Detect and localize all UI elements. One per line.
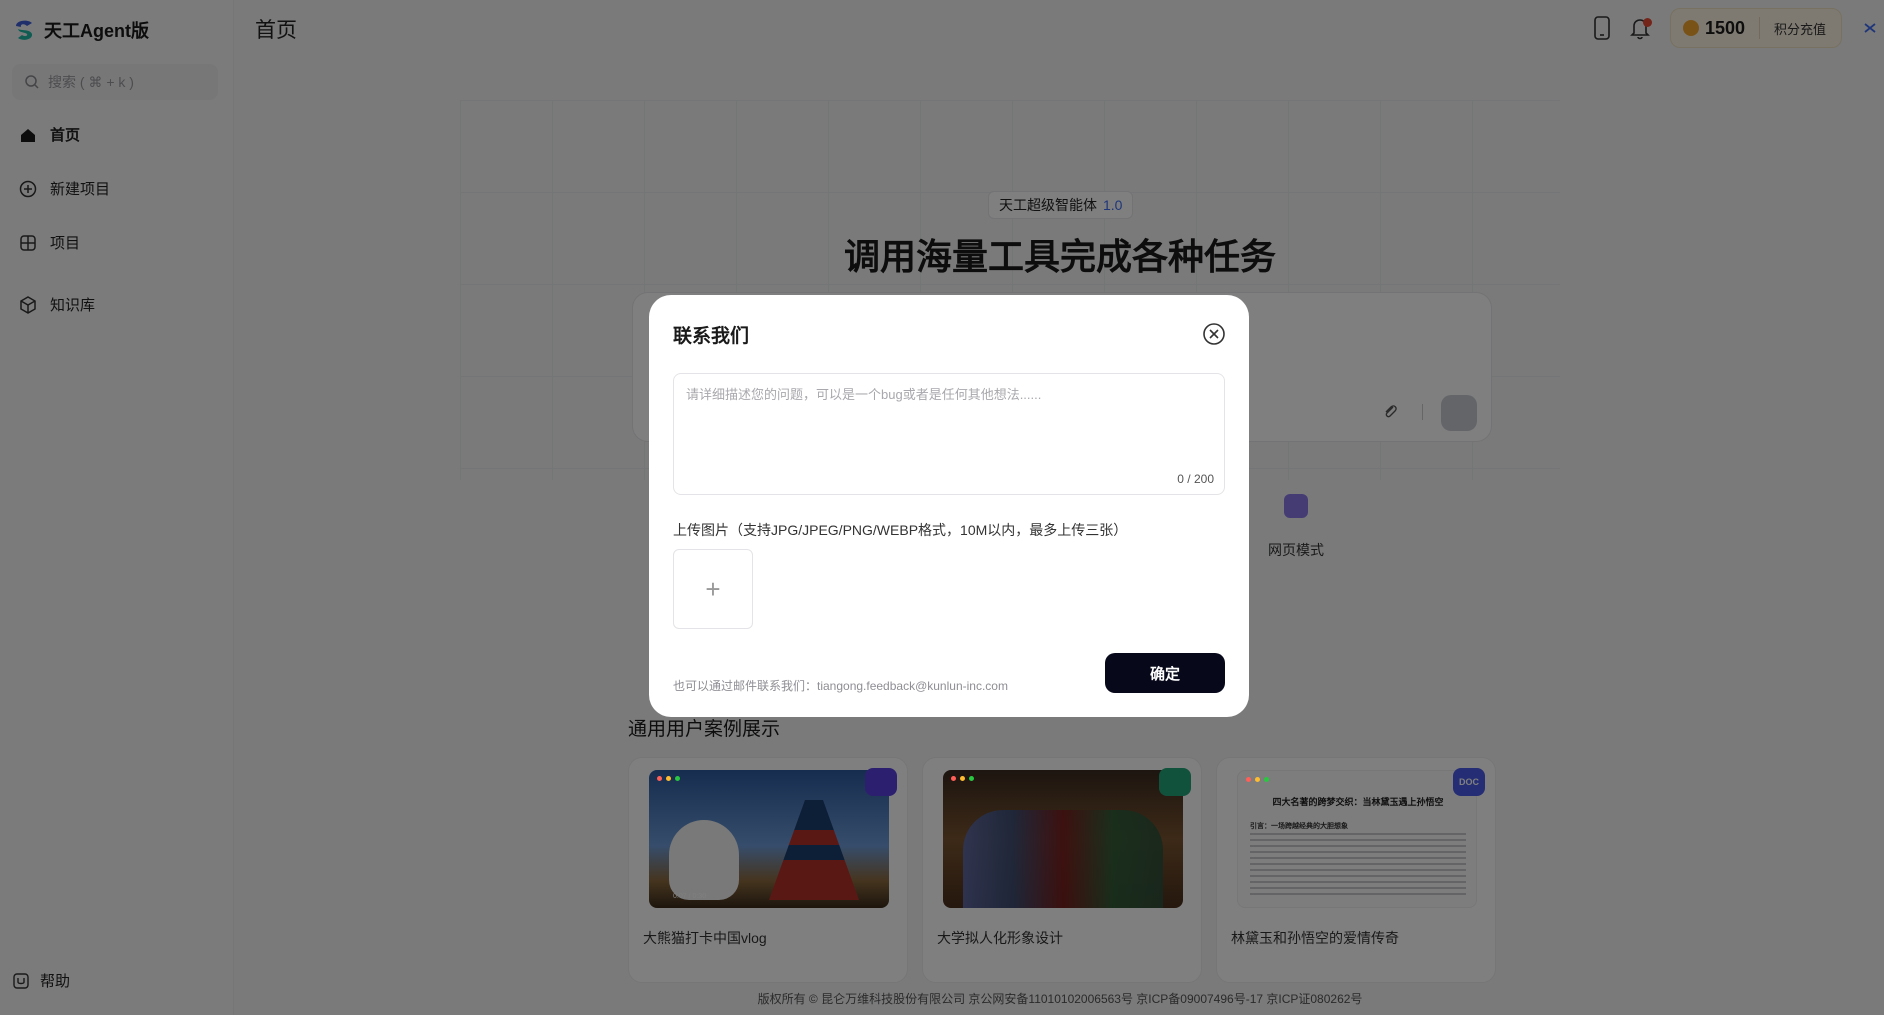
modal-title: 联系我们 [673,326,750,347]
upload-label: 上传图片（支持JPG/JPEG/PNG/WEBP格式，10M以内，最多上传三张） [673,522,1128,538]
close-icon[interactable] [1202,322,1226,346]
window-dots [657,776,680,781]
char-counter: 0 / 200 [1177,472,1214,486]
feedback-textarea-box: 0 / 200 [673,373,1225,495]
upload-image-button[interactable]: + [673,549,753,629]
feedback-textarea[interactable] [674,374,1224,494]
plus-icon: + [705,573,721,604]
contact-us-modal: 联系我们 0 / 200 上传图片（支持JPG/JPEG/PNG/WEBP格式，… [649,295,1249,717]
email-note: 也可以通过邮件联系我们：tiangong.feedback@kunlun-inc… [673,679,1008,693]
window-dots [951,776,974,781]
confirm-button[interactable]: 确定 [1105,653,1225,693]
window-dots [1246,777,1269,782]
